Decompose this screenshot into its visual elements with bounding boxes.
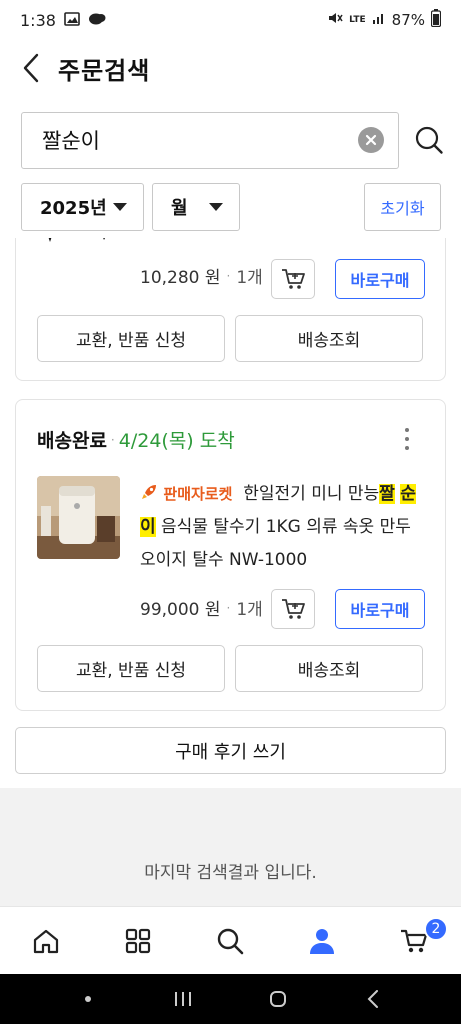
product-name[interactable]: 판매자로켓 한일전기 미니 만능짤 순이 음식물 탈수기 1KG 의류 속옷 만…	[140, 478, 430, 577]
status-time: 1:38	[20, 10, 56, 30]
exchange-return-button[interactable]: 교환, 반품 신청	[37, 315, 225, 362]
quantity: 1개	[236, 268, 263, 288]
mute-icon	[327, 10, 343, 30]
arrival-date: 4/24(목) 도착	[118, 430, 235, 452]
status-label: 배송완료	[37, 430, 107, 452]
chat-bubble-icon	[88, 11, 106, 30]
nav-my-page[interactable]	[276, 907, 368, 975]
add-to-cart-button[interactable]	[271, 589, 315, 629]
back-button[interactable]	[6, 40, 56, 96]
add-to-cart-button[interactable]	[271, 259, 315, 299]
end-of-results-message: 마지막 검색결과 입니다.	[144, 863, 317, 883]
end-of-results	[0, 788, 461, 906]
more-options-button[interactable]	[397, 426, 417, 452]
cart-add-icon	[282, 599, 305, 619]
system-back-button[interactable]	[343, 979, 403, 1019]
caret-down-icon	[209, 203, 223, 211]
more-dot	[405, 428, 409, 432]
search-icon	[217, 928, 244, 954]
nav-cart[interactable]: 2	[368, 907, 460, 975]
search-icon	[415, 126, 443, 154]
search-button[interactable]	[413, 124, 445, 156]
price-row: 10,280 원 · 1개	[140, 263, 263, 288]
more-dot	[405, 437, 409, 441]
user-icon	[310, 928, 334, 954]
search-row	[21, 111, 451, 169]
home-icon	[33, 929, 59, 953]
product-thumbnail[interactable]	[37, 476, 120, 559]
recent-apps-icon	[174, 992, 191, 1006]
tracking-button[interactable]: 배송조회	[235, 645, 423, 692]
cart-add-icon	[282, 269, 305, 289]
exchange-return-button[interactable]: 교환, 반품 신청	[37, 645, 225, 692]
close-icon	[365, 134, 377, 146]
order-list[interactable]: 10,280 원 · 1개 바로구매 교환, 반품 신청 배송조회 배송완료 ·…	[0, 238, 461, 906]
product-thumbnail-partial	[44, 238, 114, 242]
order-card: 배송완료 · 4/24(목) 도착 판매자로켓 한일전기 미니 만능짤 순이 음…	[15, 399, 446, 711]
home-circle-icon	[270, 991, 287, 1007]
product-name-suffix: 음식물 탈수기 1KG 의류 속옷 만두 오이지 탈수 NW-1000	[140, 517, 411, 570]
write-review-button[interactable]: 구매 후기 쓰기	[15, 727, 446, 774]
network-type: LTE	[349, 15, 366, 25]
cart-count-badge: 2	[424, 916, 448, 941]
battery-percent: 87%	[391, 11, 425, 29]
reset-button[interactable]: 초기화	[364, 183, 441, 231]
search-highlight: 짤	[379, 484, 395, 504]
seller-rocket-badge: 판매자로켓	[163, 485, 233, 503]
price: 10,280 원	[140, 268, 221, 288]
chevron-left-icon	[23, 53, 39, 83]
quantity: 1개	[236, 600, 263, 620]
nav-home[interactable]	[0, 907, 92, 975]
system-nav-bar	[0, 974, 461, 1024]
assistant-dot-button[interactable]	[58, 979, 118, 1019]
search-box	[21, 111, 399, 169]
grid-icon	[125, 928, 151, 953]
bottom-nav: 2	[0, 906, 461, 974]
signal-icon	[372, 11, 386, 29]
header: 주문검색	[0, 40, 461, 96]
price-row: 99,000 원 · 1개	[140, 595, 263, 620]
recent-apps-button[interactable]	[153, 979, 213, 1019]
home-button[interactable]	[248, 979, 308, 1019]
rocket-icon	[140, 484, 163, 504]
buy-now-button[interactable]: 바로구매	[335, 259, 425, 299]
product-name-prefix: 한일전기 미니 만능	[243, 484, 380, 504]
status-bar: 1:38 LTE 87%	[0, 0, 461, 40]
tracking-button[interactable]: 배송조회	[235, 315, 423, 362]
caret-down-icon	[113, 203, 127, 211]
price: 99,000 원	[140, 600, 221, 620]
page-title: 주문검색	[58, 56, 151, 85]
clear-search-button[interactable]	[358, 127, 384, 153]
year-select-value: 2025년	[40, 198, 107, 219]
month-select-value: 월	[171, 198, 188, 219]
nav-search[interactable]	[184, 907, 276, 975]
order-card: 10,280 원 · 1개 바로구매 교환, 반품 신청 배송조회	[15, 238, 446, 381]
chevron-left-icon	[367, 990, 379, 1008]
year-select[interactable]: 2025년	[21, 183, 144, 231]
buy-now-button[interactable]: 바로구매	[335, 589, 425, 629]
battery-icon	[430, 9, 442, 31]
month-select[interactable]: 월	[152, 183, 240, 231]
nav-categories[interactable]	[92, 907, 184, 975]
more-dot	[405, 446, 409, 450]
filter-row: 2025년 월 초기화	[21, 183, 441, 231]
gallery-icon	[64, 11, 80, 30]
search-input[interactable]	[42, 128, 358, 152]
dot-icon	[84, 996, 91, 1002]
delivery-status: 배송완료 · 4/24(목) 도착	[37, 426, 235, 453]
